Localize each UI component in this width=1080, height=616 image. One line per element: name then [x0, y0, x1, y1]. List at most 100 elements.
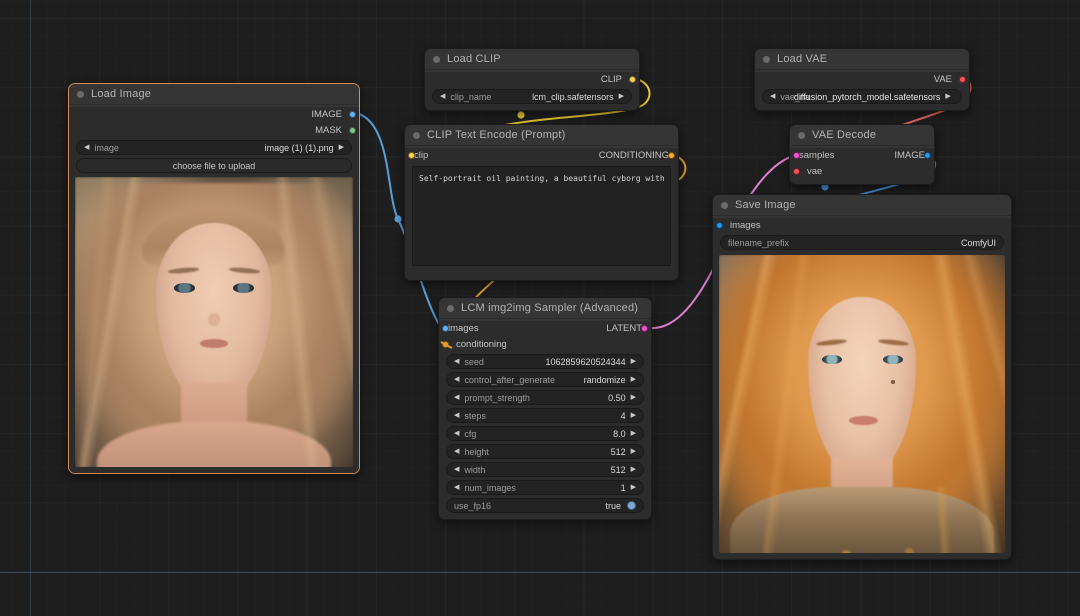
- widget-label: clip_name: [450, 91, 492, 102]
- input-dot-images[interactable]: [442, 325, 449, 332]
- collapse-icon[interactable]: [763, 55, 770, 63]
- input-dot-samples[interactable]: [793, 152, 800, 159]
- output-label: IMAGE: [894, 149, 925, 161]
- collapse-icon[interactable]: [798, 131, 805, 139]
- widget-clip-name[interactable]: ◀ clip_name lcm_clip.safetensors ▶: [432, 89, 632, 104]
- image-preview-load[interactable]: [75, 177, 353, 467]
- chevron-left-icon[interactable]: ◀: [454, 466, 459, 473]
- toggle-icon[interactable]: [627, 501, 636, 510]
- node-title-bar[interactable]: Load CLIP: [425, 49, 639, 70]
- widget-vae-name[interactable]: ◀ vae_na diffusion_pytorch_model.safeten…: [762, 89, 962, 104]
- node-title-bar[interactable]: Save Image: [713, 195, 1011, 216]
- node-title-text: Load CLIP: [447, 53, 501, 65]
- node-load-vae[interactable]: Load VAE VAE ◀ vae_na diffusion_pytorch_…: [754, 48, 970, 111]
- output-dot-conditioning[interactable]: [668, 152, 675, 159]
- output-dot-clip[interactable]: [629, 76, 636, 83]
- collapse-icon[interactable]: [413, 131, 420, 139]
- output-slot-vae[interactable]: VAE: [755, 72, 969, 86]
- input-dot-images[interactable]: [716, 222, 723, 229]
- chevron-left-icon[interactable]: ◀: [454, 448, 459, 455]
- chevron-left-icon[interactable]: ◀: [454, 358, 459, 365]
- output-label: CONDITIONING: [598, 149, 669, 161]
- widget-value: 1062859620524344: [545, 356, 626, 367]
- node-vae-decode[interactable]: VAE Decode samples IMAGE vae: [789, 124, 935, 185]
- node-load-image[interactable]: Load Image IMAGE MASK ◀ image image (1) …: [68, 83, 360, 474]
- slot-row-clip: clip CONDITIONING: [405, 148, 678, 162]
- node-title-bar[interactable]: Load Image: [69, 84, 359, 105]
- widget-cfg[interactable]: ◀ cfg 8.0 ▶: [446, 426, 644, 441]
- chevron-right-icon[interactable]: ▶: [631, 430, 636, 437]
- node-body: IMAGE MASK ◀ image image (1) (1).png ▶ c…: [69, 107, 359, 473]
- widget-value: 512: [610, 464, 626, 475]
- chevron-right-icon[interactable]: ▶: [631, 412, 636, 419]
- node-title-text: CLIP Text Encode (Prompt): [427, 129, 566, 141]
- node-title-bar[interactable]: VAE Decode: [790, 125, 934, 146]
- output-dot-image[interactable]: [924, 152, 931, 159]
- node-load-clip[interactable]: Load CLIP CLIP ◀ clip_name lcm_clip.safe…: [424, 48, 640, 111]
- node-title-text: LCM img2img Sampler (Advanced): [461, 302, 639, 314]
- chevron-right-icon[interactable]: ▶: [631, 358, 636, 365]
- widget-width[interactable]: ◀ width 512 ▶: [446, 462, 644, 477]
- input-dot-clip[interactable]: [408, 152, 415, 159]
- widget-prompt-text[interactable]: Self-portrait oil painting, a beautiful …: [412, 166, 671, 266]
- input-dot-conditioning[interactable]: [442, 341, 449, 348]
- chevron-right-icon[interactable]: ▶: [631, 466, 636, 473]
- collapse-icon[interactable]: [77, 90, 84, 98]
- widget-steps[interactable]: ◀ steps 4 ▶: [446, 408, 644, 423]
- chevron-right-icon[interactable]: ▶: [339, 144, 344, 151]
- chevron-right-icon[interactable]: ▶: [619, 93, 624, 100]
- node-clip-text-encode[interactable]: CLIP Text Encode (Prompt) clip CONDITION…: [404, 124, 679, 281]
- node-title-text: VAE Decode: [812, 129, 877, 141]
- node-title-bar[interactable]: Load VAE: [755, 49, 969, 70]
- node-lcm-sampler[interactable]: LCM img2img Sampler (Advanced) images LA…: [438, 297, 652, 520]
- chevron-left-icon[interactable]: ◀: [454, 376, 459, 383]
- widget-seed[interactable]: ◀ seed 1062859620524344 ▶: [446, 354, 644, 369]
- chevron-right-icon[interactable]: ▶: [631, 394, 636, 401]
- chevron-left-icon[interactable]: ◀: [454, 430, 459, 437]
- collapse-icon[interactable]: [447, 304, 454, 312]
- node-title-bar[interactable]: LCM img2img Sampler (Advanced): [439, 298, 651, 319]
- output-dot-latent[interactable]: [641, 325, 648, 332]
- widget-image[interactable]: ◀ image image (1) (1).png ▶: [76, 140, 352, 155]
- cyborg-portrait-image: [719, 255, 1005, 553]
- slot-row-images: images: [713, 218, 1011, 232]
- chevron-right-icon[interactable]: ▶: [631, 484, 636, 491]
- widget-use-fp16[interactable]: use_fp16 true: [446, 498, 644, 513]
- widget-prompt-strength[interactable]: ◀ prompt_strength 0.50 ▶: [446, 390, 644, 405]
- input-dot-vae[interactable]: [793, 168, 800, 175]
- widget-label: use_fp16: [454, 500, 492, 511]
- chevron-right-icon[interactable]: ▶: [945, 93, 950, 100]
- widget-value: randomize: [583, 374, 626, 385]
- node-body: images filename_prefix ComfyUI: [713, 218, 1011, 559]
- widget-value: ComfyUI: [960, 237, 996, 248]
- output-dot-mask[interactable]: [349, 127, 356, 134]
- chevron-left-icon[interactable]: ◀: [440, 93, 445, 100]
- chevron-left-icon[interactable]: ◀: [770, 93, 775, 100]
- slot-row-conditioning: conditioning: [439, 337, 651, 351]
- chevron-left-icon[interactable]: ◀: [84, 144, 89, 151]
- image-preview-save[interactable]: [719, 255, 1005, 553]
- chevron-left-icon[interactable]: ◀: [454, 484, 459, 491]
- output-slot-mask[interactable]: MASK: [69, 123, 359, 137]
- chevron-right-icon[interactable]: ▶: [631, 376, 636, 383]
- widget-height[interactable]: ◀ height 512 ▶: [446, 444, 644, 459]
- output-dot-image[interactable]: [349, 111, 356, 118]
- collapse-icon[interactable]: [721, 201, 728, 209]
- output-slot-image[interactable]: IMAGE: [69, 107, 359, 121]
- widget-choose-file-button[interactable]: choose file to upload: [76, 158, 352, 173]
- collapse-icon[interactable]: [433, 55, 440, 63]
- chevron-left-icon[interactable]: ◀: [454, 394, 459, 401]
- chevron-right-icon[interactable]: ▶: [631, 448, 636, 455]
- widget-control-after-generate[interactable]: ◀ control_after_generate randomize ▶: [446, 372, 644, 387]
- output-label: CLIP: [600, 73, 622, 85]
- node-graph-canvas[interactable]: Load Image IMAGE MASK ◀ image image (1) …: [0, 0, 1080, 616]
- chevron-left-icon[interactable]: ◀: [454, 412, 459, 419]
- link-dot: [394, 215, 402, 223]
- node-save-image[interactable]: Save Image images filename_prefix ComfyU…: [712, 194, 1012, 560]
- output-slot-clip[interactable]: CLIP: [425, 72, 639, 86]
- widget-value: diffusion_pytorch_model.safetensors: [793, 91, 941, 102]
- widget-num-images[interactable]: ◀ num_images 1 ▶: [446, 480, 644, 495]
- node-title-bar[interactable]: CLIP Text Encode (Prompt): [405, 125, 678, 146]
- widget-filename-prefix[interactable]: filename_prefix ComfyUI: [720, 235, 1004, 250]
- output-dot-vae[interactable]: [959, 76, 966, 83]
